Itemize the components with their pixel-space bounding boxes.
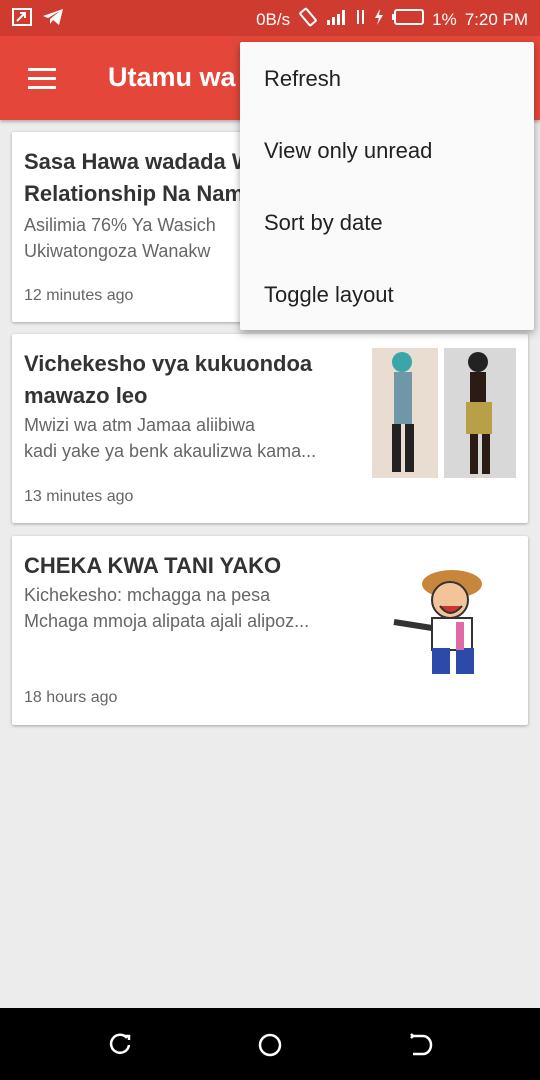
recent-apps-icon[interactable] [107, 1032, 133, 1058]
navigation-bar [0, 1008, 540, 1080]
menu-item-toggle-layout[interactable]: Toggle layout [264, 282, 394, 308]
menu-item-view-only-unread[interactable]: View only unread [264, 138, 432, 164]
hamburger-icon[interactable] [28, 68, 56, 89]
rotate-icon [298, 7, 318, 32]
article-time: 18 hours ago [24, 689, 118, 706]
telegram-icon [42, 8, 64, 31]
menu-item-sort-by-date[interactable]: Sort by date [264, 210, 383, 236]
app-title: Utamu wa [108, 62, 236, 92]
cartoon-thumbnail [372, 550, 516, 680]
signal-icon [326, 9, 348, 30]
back-icon[interactable] [407, 1032, 433, 1058]
data-icon [356, 8, 366, 31]
battery-icon [392, 9, 425, 30]
article-summary: Asilimia 76% Ya Wasich Ukiwatongoza Wana… [24, 215, 216, 261]
article-time: 13 minutes ago [24, 488, 134, 505]
article-title: Sasa Hawa wadada W Relationship Na Nam [24, 149, 253, 206]
article-card-3[interactable]: CHEKA KWA TANI YAKO Kichekesho: mchagga … [12, 536, 528, 725]
article-time: 12 minutes ago [24, 287, 134, 304]
status-bar: 0B/s 1% 7:20 PM [0, 0, 540, 36]
battery-percent: 1% [432, 9, 457, 29]
clock: 7:20 PM [464, 9, 528, 29]
article-thumbnail [372, 348, 516, 478]
article-title: Vichekesho vya kukuondoa mawazo leo [24, 351, 313, 408]
article-title: CHEKA KWA TANI YAKO [24, 553, 282, 578]
article-summary: Mwizi wa atm Jamaa aliibiwa kadi yake ya… [24, 415, 317, 461]
article-card-2[interactable]: Vichekesho vya kukuondoa mawazo leo Mwiz… [12, 334, 528, 523]
menu-item-refresh[interactable]: Refresh [264, 66, 341, 92]
screenshot-icon [12, 8, 32, 31]
overflow-menu: Refresh View only unread Sort by date To… [240, 42, 534, 330]
home-icon[interactable] [257, 1032, 283, 1058]
charging-icon [374, 8, 384, 31]
article-summary: Kichekesho: mchagga na pesa Mchaga mmoja… [24, 585, 310, 631]
network-speed: 0B/s [256, 9, 291, 29]
